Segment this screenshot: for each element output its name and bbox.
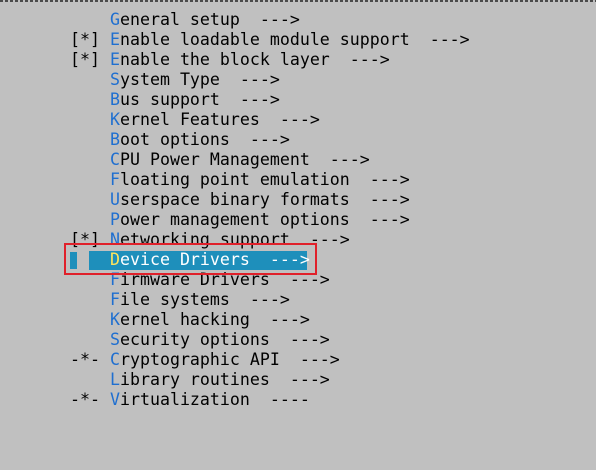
menu-item-cryptographic-api[interactable]: -*- Cryptographic API ---> (0, 350, 340, 370)
menu-item-file-systems[interactable]: File systems ---> (0, 290, 290, 310)
item-text: ernel hacking ---> (120, 310, 310, 329)
item-text: nable loadable module support ---> (120, 30, 470, 49)
menu-item-label: Cryptographic API ---> (110, 350, 340, 370)
item-text: loating point emulation ---> (120, 170, 410, 189)
item-text: PU Power Management ---> (120, 150, 370, 169)
menu-item-label: Power management options ---> (110, 210, 410, 230)
item-text: evice Drivers ---> (120, 250, 310, 269)
menu-item-power-management[interactable]: Power management options ---> (0, 210, 410, 230)
item-text: ibrary routines ---> (120, 370, 330, 389)
menu-item-label: Kernel Features ---> (110, 110, 320, 130)
hotkey-letter: B (110, 130, 120, 149)
hotkey-letter: D (110, 250, 120, 269)
menu-item-label: Enable loadable module support ---> (110, 30, 470, 50)
menu-item-label: General setup ---> (110, 10, 300, 30)
item-marker: [*] (70, 30, 100, 49)
menu-item-library-routines[interactable]: Library routines ---> (0, 370, 330, 390)
hotkey-letter: F (110, 290, 120, 309)
menu-item-loadable-modules[interactable]: [*] Enable loadable module support ---> (0, 30, 470, 50)
kernel-config-menu: General setup ---> [*] Enable loadable m… (0, 10, 470, 410)
menu-item-general-setup[interactable]: General setup ---> (0, 10, 300, 30)
hotkey-letter: F (110, 270, 120, 289)
menu-item-label: Library routines ---> (110, 370, 330, 390)
hotkey-letter: F (110, 170, 120, 189)
menu-item-label: Device Drivers ---> (110, 250, 310, 270)
hotkey-letter: S (110, 70, 120, 89)
menu-item-label: Enable the block layer ---> (110, 50, 390, 70)
menu-item-label: System Type ---> (110, 70, 280, 90)
item-marker: -*- (70, 350, 100, 369)
hotkey-letter: K (110, 110, 120, 129)
menu-item-floating-point[interactable]: Floating point emulation ---> (0, 170, 410, 190)
hotkey-letter: E (110, 50, 120, 69)
menu-item-device-drivers[interactable]: Device Drivers ---> (0, 250, 310, 270)
menu-item-label: CPU Power Management ---> (110, 150, 370, 170)
item-marker: [*] (70, 230, 100, 249)
item-text: serspace binary formats ---> (120, 190, 410, 209)
hotkey-letter: L (110, 370, 120, 389)
hotkey-letter: G (110, 10, 120, 29)
menu-item-bus-support[interactable]: Bus support ---> (0, 90, 280, 110)
item-text: ower management options ---> (120, 210, 410, 229)
menu-item-kernel-features[interactable]: Kernel Features ---> (0, 110, 320, 130)
hotkey-letter: B (110, 90, 120, 109)
hotkey-letter: P (110, 210, 120, 229)
menu-item-virtualization[interactable]: -*- Virtualization ---- (0, 390, 310, 410)
item-text: etworking support ---> (120, 230, 350, 249)
item-text: ryptographic API ---> (120, 350, 340, 369)
hotkey-letter: C (110, 150, 120, 169)
menu-item-label: Networking support ---> (110, 230, 350, 250)
hotkey-letter: N (110, 230, 120, 249)
menu-item-firmware-drivers[interactable]: Firmware Drivers ---> (0, 270, 330, 290)
menu-item-boot-options[interactable]: Boot options ---> (0, 130, 290, 150)
item-text: us support ---> (120, 90, 280, 109)
item-marker: [*] (70, 50, 100, 69)
item-text: nable the block layer ---> (120, 50, 390, 69)
item-text: irtualization ---- (120, 390, 310, 409)
item-text: eneral setup ---> (120, 10, 300, 29)
menu-item-kernel-hacking[interactable]: Kernel hacking ---> (0, 310, 310, 330)
item-text: ystem Type ---> (120, 70, 280, 89)
dialog-top-border (0, 0, 596, 2)
menu-item-block-layer[interactable]: [*] Enable the block layer ---> (0, 50, 390, 70)
item-text: ecurity options ---> (120, 330, 330, 349)
menu-item-cpu-power[interactable]: CPU Power Management ---> (0, 150, 370, 170)
menu-item-label: Firmware Drivers ---> (110, 270, 330, 290)
hotkey-letter: V (110, 390, 120, 409)
menu-item-system-type[interactable]: System Type ---> (0, 70, 280, 90)
hotkey-letter: C (110, 350, 120, 369)
menu-item-label: File systems ---> (110, 290, 290, 310)
selection-cursor (70, 252, 77, 269)
menu-item-label: Userspace binary formats ---> (110, 190, 410, 210)
hotkey-letter: S (110, 330, 120, 349)
menu-item-label: Boot options ---> (110, 130, 290, 150)
item-text: oot options ---> (120, 130, 290, 149)
menu-item-label: Floating point emulation ---> (110, 170, 410, 190)
menu-item-networking[interactable]: [*] Networking support ---> (0, 230, 350, 250)
item-marker: -*- (70, 390, 100, 409)
item-text: ile systems ---> (120, 290, 290, 309)
item-text: irmware Drivers ---> (120, 270, 330, 289)
menu-item-userspace-binary[interactable]: Userspace binary formats ---> (0, 190, 410, 210)
menu-item-security-options[interactable]: Security options ---> (0, 330, 330, 350)
menu-item-label: Virtualization ---- (110, 390, 310, 410)
menu-item-label: Kernel hacking ---> (110, 310, 310, 330)
item-text: ernel Features ---> (120, 110, 320, 129)
menu-item-label: Bus support ---> (110, 90, 280, 110)
hotkey-letter: K (110, 310, 120, 329)
menuconfig-screen: General setup ---> [*] Enable loadable m… (0, 0, 596, 446)
hotkey-letter: E (110, 30, 120, 49)
hotkey-letter: U (110, 190, 120, 209)
menu-item-label: Security options ---> (110, 330, 330, 350)
